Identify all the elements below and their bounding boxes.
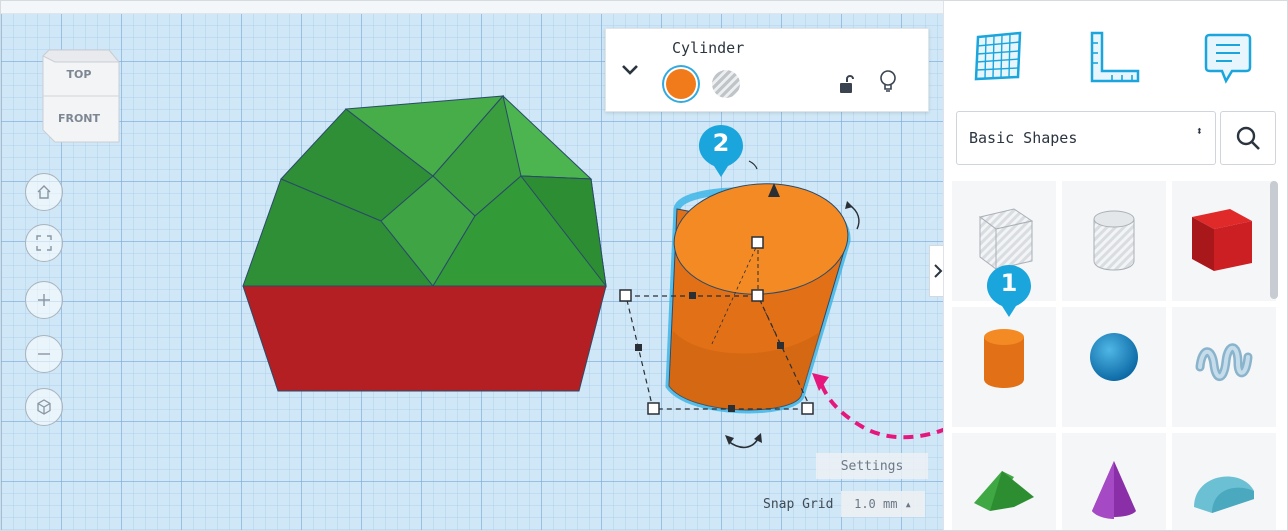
zoom-out-button[interactable]: [25, 335, 63, 373]
minus-icon: [38, 353, 50, 355]
shape-search-button[interactable]: [1220, 111, 1276, 165]
callout-badge-1-label: 1: [1000, 269, 1018, 297]
fit-view-button[interactable]: [25, 224, 63, 262]
home-icon: [37, 185, 51, 199]
panel-scrollbar[interactable]: [1270, 181, 1278, 299]
shape-library-select[interactable]: Basic Shapes ⬍: [956, 111, 1216, 165]
home-view-button[interactable]: [25, 173, 63, 211]
cylinder-icon: [984, 329, 1024, 388]
cylinder-hole-icon: [1093, 210, 1135, 271]
shape-tile-sphere[interactable]: [1062, 307, 1166, 427]
shape-tile-cylinder[interactable]: [952, 307, 1056, 427]
shape-library-label: Basic Shapes: [969, 129, 1078, 147]
round-roof-icon: [1194, 476, 1254, 513]
view-cube-top-label[interactable]: TOP: [67, 68, 92, 81]
snap-grid-select[interactable]: 1.0 mm ▴: [841, 491, 925, 517]
ruler-icon[interactable]: [1086, 29, 1142, 87]
snap-grid-label: Snap Grid: [763, 497, 834, 512]
search-icon: [1236, 126, 1260, 150]
shape-tile-round-roof[interactable]: [1172, 433, 1276, 530]
inspector-title: Cylinder: [672, 39, 745, 57]
chevron-right-icon: [934, 264, 943, 278]
perspective-button[interactable]: [25, 388, 63, 426]
shape-inspector: Cylinder: [605, 28, 929, 112]
callout-badge-2-label: 2: [712, 129, 730, 157]
shape-tile-box[interactable]: [1172, 181, 1276, 301]
workplane-icon[interactable]: [970, 29, 1026, 87]
plus-icon: [38, 294, 50, 306]
view-cube[interactable]: TOP FRONT: [39, 46, 121, 146]
roof-icon: [974, 471, 1034, 511]
shape-tile-cone[interactable]: [1062, 433, 1166, 530]
box-icon: [1192, 209, 1252, 271]
select-arrows-icon: ⬍: [1195, 124, 1203, 138]
zoom-in-button[interactable]: [25, 281, 63, 319]
fit-view-icon: [36, 235, 52, 251]
notes-icon[interactable]: [1200, 29, 1256, 87]
shape-tile-scribble[interactable]: [1172, 307, 1276, 427]
shape-tile-roof[interactable]: [952, 433, 1056, 530]
view-cube-front-label[interactable]: FRONT: [58, 112, 101, 125]
cone-icon: [1092, 461, 1136, 519]
settings-button[interactable]: Settings: [816, 453, 928, 479]
lightbulb-icon[interactable]: [878, 69, 898, 95]
cube-perspective-icon: [37, 399, 51, 415]
scribble-icon: [1195, 343, 1253, 381]
chevron-down-icon[interactable]: [618, 59, 642, 79]
solid-color-swatch[interactable]: [666, 69, 696, 99]
unlock-icon[interactable]: [838, 73, 858, 95]
top-toolbar-strip: [1, 1, 943, 14]
hole-swatch[interactable]: [712, 70, 740, 98]
tinkercad-editor: TOP FRONT Cylinder Settings Snap Grid 1.…: [0, 0, 1288, 531]
shape-tile-cylinder-hole[interactable]: [1062, 181, 1166, 301]
sphere-icon: [1090, 333, 1138, 381]
